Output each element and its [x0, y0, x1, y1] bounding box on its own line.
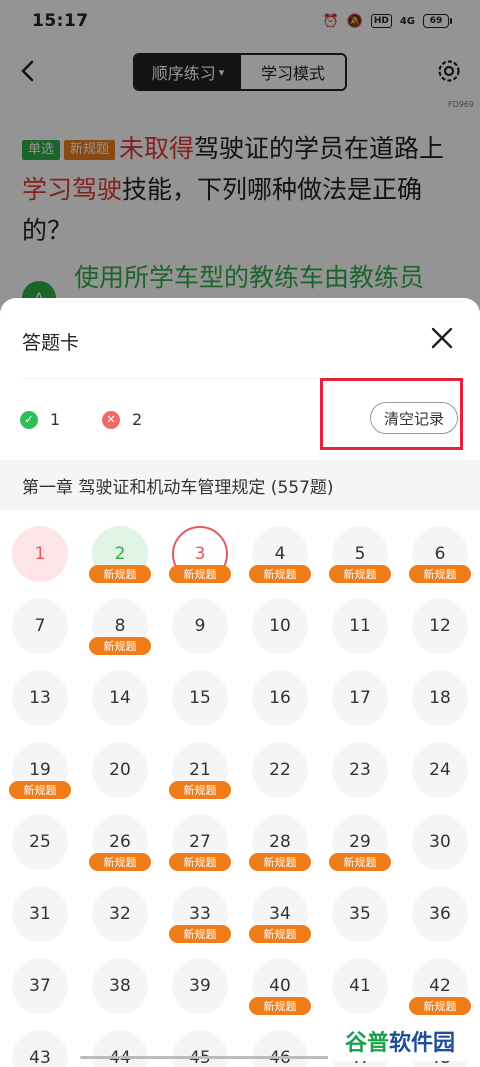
question-cell[interactable]: 23	[332, 742, 388, 798]
question-cell[interactable]: 39	[172, 958, 228, 1014]
question-cell[interactable]: 1	[12, 526, 68, 582]
sheet-title: 答题卡	[22, 332, 80, 354]
question-cell[interactable]: 31	[12, 886, 68, 942]
new-rule-badge: 新规题	[409, 565, 471, 583]
question-cell[interactable]: 20	[92, 742, 148, 798]
new-rule-badge: 新规题	[249, 925, 311, 943]
correct-stat: ✓ 1	[20, 410, 60, 429]
question-cell[interactable]: 13	[12, 670, 68, 726]
question-cell[interactable]: 37	[12, 958, 68, 1014]
wrong-stat: ✕ 2	[102, 410, 142, 429]
question-cell[interactable]: 25	[12, 814, 68, 870]
answer-sheet: 答题卡 ✓ 1 ✕ 2 清空记录 第一章 驾驶证和机动车管理规定 (557题) …	[0, 298, 480, 1067]
watermark-part: 谷普	[344, 1031, 389, 1056]
new-rule-badge: 新规题	[249, 997, 311, 1015]
question-cell[interactable]: 24	[412, 742, 468, 798]
question-cell[interactable]: 35	[332, 886, 388, 942]
new-rule-badge: 新规题	[329, 853, 391, 871]
new-rule-badge: 新规题	[169, 781, 231, 799]
new-rule-badge: 新规题	[329, 565, 391, 583]
new-rule-badge: 新规题	[169, 853, 231, 871]
question-cell[interactable]: 43	[12, 1030, 68, 1067]
question-cell[interactable]: 41	[332, 958, 388, 1014]
new-rule-badge: 新规题	[89, 565, 151, 583]
question-cell[interactable]: 14	[92, 670, 148, 726]
check-circle-icon: ✓	[20, 410, 38, 429]
question-cell[interactable]: 30	[412, 814, 468, 870]
new-rule-badge: 新规题	[89, 853, 151, 871]
new-rule-badge: 新规题	[169, 565, 231, 583]
wrong-count: 2	[132, 410, 143, 429]
question-cell[interactable]: 10	[252, 598, 308, 654]
watermark-logo: 谷普 软件园	[328, 1021, 472, 1061]
question-cell[interactable]: 7	[12, 598, 68, 654]
question-cell[interactable]: 46	[252, 1030, 308, 1067]
question-cell[interactable]: 12	[412, 598, 468, 654]
question-cell[interactable]: 32	[92, 886, 148, 942]
correct-count: 1	[50, 410, 61, 429]
new-rule-badge: 新规题	[89, 637, 151, 655]
question-cell[interactable]: 36	[412, 886, 468, 942]
question-cell[interactable]: 22	[252, 742, 308, 798]
new-rule-badge: 新规题	[169, 925, 231, 943]
question-cell[interactable]: 9	[172, 598, 228, 654]
new-rule-badge: 新规题	[409, 997, 471, 1015]
chapter-header: 第一章 驾驶证和机动车管理规定 (557题)	[0, 460, 480, 510]
close-icon[interactable]	[430, 326, 454, 350]
sheet-header: 答题卡	[0, 298, 480, 379]
question-cell[interactable]: 17	[332, 670, 388, 726]
new-rule-badge: 新规题	[9, 781, 71, 799]
question-cell[interactable]: 16	[252, 670, 308, 726]
x-circle-icon: ✕	[102, 410, 120, 429]
highlight-annotation	[320, 378, 463, 450]
new-rule-badge: 新规题	[249, 565, 311, 583]
question-cell[interactable]: 18	[412, 670, 468, 726]
watermark-part: 软件园	[389, 1031, 456, 1056]
question-cell[interactable]: 45	[172, 1030, 228, 1067]
new-rule-badge: 新规题	[249, 853, 311, 871]
question-cell[interactable]: 44	[92, 1030, 148, 1067]
question-cell[interactable]: 38	[92, 958, 148, 1014]
question-cell[interactable]: 15	[172, 670, 228, 726]
question-cell[interactable]: 11	[332, 598, 388, 654]
